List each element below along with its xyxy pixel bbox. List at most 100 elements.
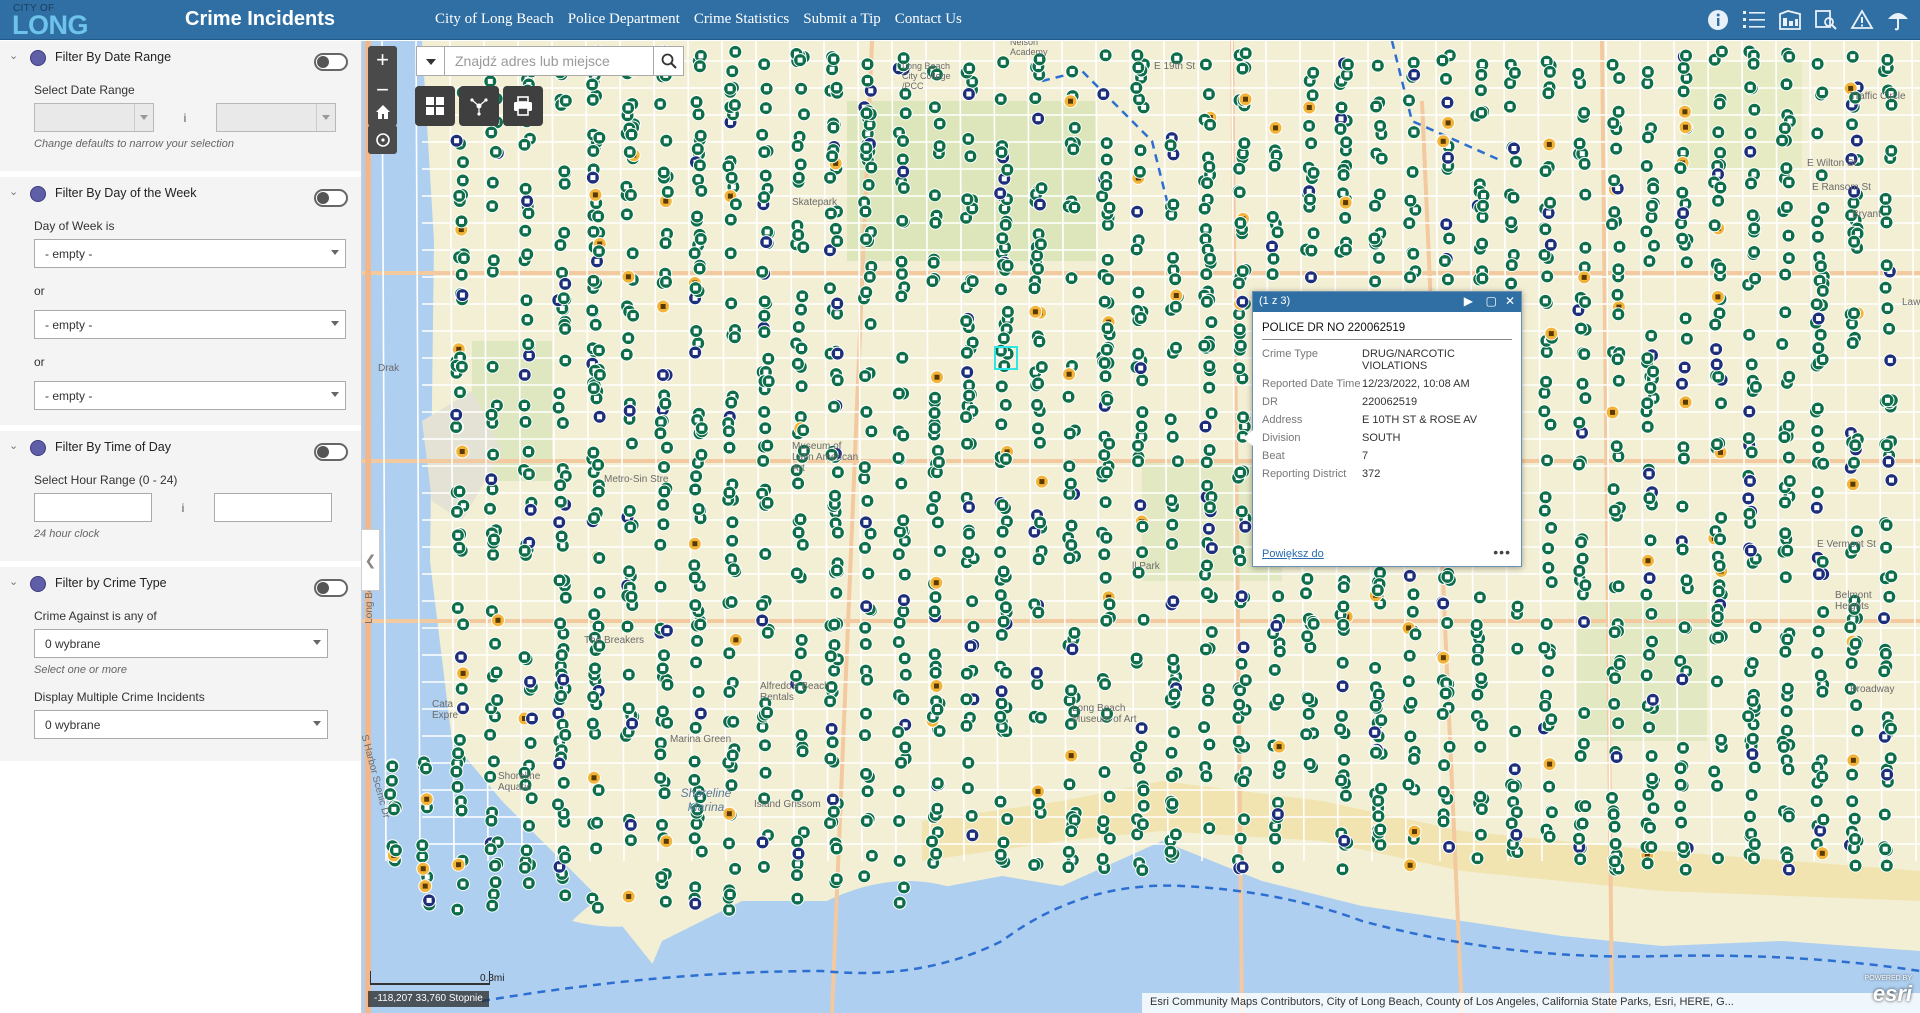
multiple-incidents-select[interactable]: 0 wybrane (34, 710, 328, 739)
map-attribution[interactable]: Esri Community Maps Contributors, City o… (1142, 993, 1920, 1013)
start-date-input[interactable] (34, 103, 154, 132)
chevron-down-icon[interactable]: ⌄ (9, 185, 21, 198)
basemap-gallery-button[interactable] (415, 86, 455, 126)
filter-crime-toggle[interactable] (314, 579, 348, 597)
marker-glyph-icon (796, 324, 802, 330)
nav-contact-us[interactable]: Contact Us (895, 11, 962, 28)
map-label: The Breakers (584, 635, 645, 646)
marker-glyph-icon (1713, 528, 1718, 534)
filter-day-header[interactable]: ⌄ Filter By Day of the Week (0, 177, 361, 209)
close-icon[interactable]: ✕ (1505, 294, 1515, 308)
layers-icon[interactable] (1774, 4, 1806, 36)
chevron-down-icon[interactable]: ⌄ (9, 575, 21, 588)
marker-glyph-icon (1272, 667, 1278, 673)
marker-glyph-icon (759, 269, 765, 275)
marker-glyph-icon (1099, 193, 1105, 199)
home-button[interactable] (368, 97, 397, 126)
marker-glyph-icon (1377, 191, 1383, 197)
marker-glyph-icon (1888, 755, 1894, 761)
more-actions-icon[interactable]: ••• (1493, 544, 1511, 560)
marker-glyph-icon (1818, 332, 1824, 338)
map-label: Bryant (1852, 209, 1881, 220)
marker-glyph-icon (865, 61, 870, 67)
marker-glyph-icon (964, 723, 969, 729)
day-select-2[interactable]: - empty - (34, 310, 346, 339)
end-hour-input[interactable] (214, 493, 332, 522)
marker-glyph-icon (1751, 855, 1757, 861)
start-hour-input[interactable] (34, 493, 152, 522)
marker-glyph-icon (1340, 190, 1346, 196)
locate-button[interactable] (368, 125, 397, 154)
marker-glyph-icon (1133, 85, 1139, 91)
marker-glyph-icon (932, 220, 938, 226)
marker-glyph-icon (1068, 542, 1074, 548)
marker-glyph-icon (592, 192, 598, 198)
marker-glyph-icon (831, 404, 837, 410)
end-date-input[interactable] (216, 103, 336, 132)
marker-glyph-icon (1782, 530, 1788, 536)
filter-date-toggle[interactable] (314, 53, 348, 71)
marker-glyph-icon (1543, 379, 1549, 385)
filter-time-header[interactable]: ⌄ Filter By Time of Day (0, 431, 361, 463)
search-source-dropdown[interactable] (416, 46, 445, 76)
marker-glyph-icon (1000, 529, 1006, 535)
filter-date-header[interactable]: ⌄ Filter By Date Range (0, 41, 361, 73)
alert-icon[interactable] (1846, 4, 1878, 36)
marker-glyph-icon (1103, 182, 1109, 188)
marker-glyph-icon (1101, 551, 1107, 557)
zoom-in-button[interactable]: + (368, 46, 397, 76)
filter-crime-header[interactable]: ⌄ Filter by Crime Type (0, 567, 361, 599)
share-button[interactable] (459, 86, 499, 126)
marker-glyph-icon (623, 184, 629, 190)
marker-glyph-icon (1575, 307, 1581, 313)
chevron-down-icon[interactable]: ⌄ (9, 49, 21, 62)
marker-glyph-icon (933, 580, 939, 586)
marker-glyph-icon (999, 700, 1004, 706)
marker-glyph-icon (460, 159, 466, 165)
print-button[interactable] (503, 86, 543, 126)
nav-police-department[interactable]: Police Department (568, 11, 680, 28)
map-view[interactable]: E 19th St Long Beach City College /PCC N… (362, 41, 1920, 1013)
chevron-down-icon[interactable]: ⌄ (9, 439, 21, 452)
search-button[interactable] (654, 46, 684, 76)
marker-glyph-icon (1275, 811, 1281, 817)
chevron-down-icon[interactable] (134, 104, 153, 131)
marker-glyph-icon (1541, 408, 1547, 414)
marker-glyph-icon (901, 185, 907, 191)
next-feature-icon[interactable]: ▶ (1464, 294, 1473, 308)
esri-logo[interactable]: esri (1873, 981, 1912, 1007)
marker-glyph-icon (424, 796, 430, 802)
marker-glyph-icon (1610, 62, 1616, 68)
chevron-down-icon[interactable] (316, 104, 335, 131)
marker-glyph-icon (761, 61, 767, 67)
marker-glyph-icon (459, 272, 465, 278)
filter-day-toggle[interactable] (314, 189, 348, 207)
panel-collapse-button[interactable]: ❮ (362, 529, 380, 591)
marker-glyph-icon (1066, 491, 1072, 497)
day-select-3[interactable]: - empty - (34, 381, 346, 410)
marker-glyph-icon (1031, 862, 1037, 868)
umbrella-icon[interactable] (1882, 4, 1914, 36)
marker-glyph-icon (1612, 508, 1618, 514)
marker-glyph-icon (1001, 619, 1007, 625)
maximize-icon[interactable]: ▢ (1486, 294, 1497, 308)
search-person-icon[interactable] (1810, 4, 1842, 36)
marker-glyph-icon (1819, 850, 1825, 856)
zoom-to-link[interactable]: Powiększ do (1262, 548, 1324, 560)
nav-city-of-long-beach[interactable]: City of Long Beach (435, 11, 554, 28)
marker-glyph-icon (692, 250, 698, 256)
nav-crime-statistics[interactable]: Crime Statistics (694, 11, 789, 28)
marker-glyph-icon (1784, 728, 1790, 734)
coordinates-readout[interactable]: -118,207 33,760 Stopnie (368, 991, 489, 1007)
nav-submit-a-tip[interactable]: Submit a Tip (803, 11, 881, 28)
crime-against-select[interactable]: 0 wybrane (34, 629, 328, 658)
day-select-1[interactable]: - empty - (34, 239, 346, 268)
info-icon[interactable] (1702, 4, 1734, 36)
marker-glyph-icon (1203, 773, 1209, 779)
list-icon[interactable] (1738, 4, 1770, 36)
filter-time-toggle[interactable] (314, 443, 348, 461)
search-input[interactable]: Znajdź adres lub miejsce (445, 46, 654, 76)
marker-glyph-icon (1578, 326, 1584, 331)
city-logo[interactable]: CITY OF LONG BEACH (10, 0, 175, 67)
marker-glyph-icon (1717, 310, 1722, 316)
